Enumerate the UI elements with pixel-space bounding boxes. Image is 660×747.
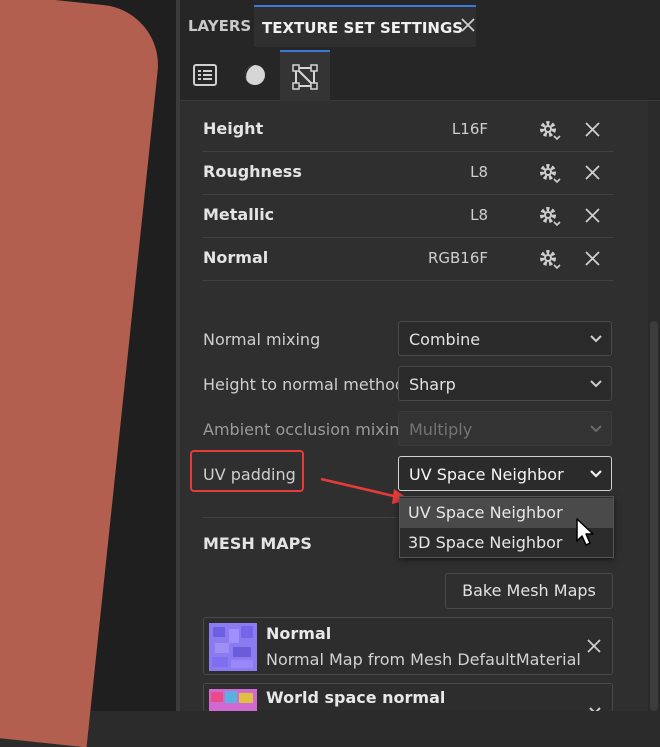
mesh-map-title: Normal bbox=[266, 624, 332, 643]
dropdown-value: Multiply bbox=[409, 420, 473, 439]
close-icon[interactable] bbox=[459, 16, 477, 34]
remove-channel-icon[interactable] bbox=[584, 207, 601, 224]
mesh-map-description: Normal Map from Mesh DefaultMaterial bbox=[266, 650, 581, 669]
chevron-down-icon bbox=[589, 377, 603, 391]
height-to-normal-dropdown[interactable]: Sharp bbox=[398, 366, 612, 401]
channel-format: L16F bbox=[451, 120, 488, 138]
channel-name: Height bbox=[203, 119, 264, 138]
dropdown-value: Sharp bbox=[409, 375, 456, 394]
channel-name: Normal bbox=[203, 248, 269, 267]
channel-format: L8 bbox=[470, 206, 488, 224]
tab-layers[interactable]: LAYERS bbox=[180, 5, 259, 47]
subtab-bar bbox=[180, 50, 660, 101]
gear-icon[interactable] bbox=[537, 161, 561, 185]
tab-label: TEXTURE SET SETTINGS bbox=[262, 19, 464, 37]
dropdown-value: UV Space Neighbor bbox=[409, 465, 564, 484]
channel-row-metallic: Metallic L8 bbox=[203, 195, 613, 238]
gear-icon[interactable] bbox=[537, 118, 561, 142]
normal-map-thumbnail-icon bbox=[209, 623, 257, 671]
mesh-map-world-space-normal[interactable]: World space normal bbox=[203, 683, 613, 711]
dropdown-value: Combine bbox=[409, 330, 481, 349]
mesh-maps-title: MESH MAPS bbox=[203, 534, 312, 553]
remove-channel-icon[interactable] bbox=[584, 164, 601, 181]
normal-mixing-dropdown[interactable]: Combine bbox=[398, 321, 612, 356]
subtab-texture-list[interactable] bbox=[180, 50, 230, 100]
bake-mesh-maps-button[interactable]: Bake Mesh Maps bbox=[445, 573, 613, 609]
chevron-down-icon bbox=[589, 467, 603, 481]
subtab-material[interactable] bbox=[230, 50, 280, 100]
gear-icon[interactable] bbox=[537, 204, 561, 228]
channel-format: L8 bbox=[470, 163, 488, 181]
scrollbar[interactable] bbox=[648, 101, 660, 711]
remove-channel-icon[interactable] bbox=[584, 250, 601, 267]
uv-padding-label: UV padding bbox=[203, 465, 296, 484]
height-to-normal-label: Height to normal method bbox=[203, 375, 406, 394]
ao-mixing-dropdown: Multiply bbox=[398, 411, 612, 446]
mouse-cursor-icon bbox=[576, 518, 594, 546]
subtab-uv[interactable] bbox=[280, 50, 330, 101]
close-icon[interactable] bbox=[586, 638, 602, 654]
chevron-down-icon[interactable] bbox=[588, 704, 602, 711]
texture-set-settings-panel: LAYERS TEXTURE SET SETTINGS Height L16F … bbox=[180, 0, 660, 711]
channel-row-roughness: Roughness L8 bbox=[203, 152, 613, 195]
gear-icon[interactable] bbox=[537, 247, 561, 271]
tab-texture-set-settings[interactable]: TEXTURE SET SETTINGS bbox=[254, 5, 476, 47]
channel-row-normal: Normal RGB16F bbox=[203, 238, 613, 281]
chevron-down-icon bbox=[589, 422, 603, 436]
texture-list-icon bbox=[192, 63, 218, 87]
material-sphere-icon bbox=[243, 63, 267, 87]
channel-row-height: Height L16F bbox=[203, 109, 613, 152]
mesh-surface bbox=[0, 0, 164, 747]
mesh-map-title: World space normal bbox=[266, 688, 446, 707]
uv-square-icon bbox=[292, 63, 318, 90]
mesh-map-normal[interactable]: Normal Normal Map from Mesh DefaultMater… bbox=[203, 617, 613, 675]
settings-content: Height L16F Roughness L8 Metallic L8 Nor… bbox=[180, 101, 640, 711]
normal-mixing-label: Normal mixing bbox=[203, 330, 321, 349]
channel-name: Roughness bbox=[203, 162, 302, 181]
channel-name: Metallic bbox=[203, 205, 275, 224]
uv-padding-dropdown[interactable]: UV Space Neighbor bbox=[398, 456, 612, 491]
scrollbar-thumb[interactable] bbox=[650, 321, 658, 711]
world-normal-thumbnail-icon bbox=[209, 689, 257, 711]
viewport[interactable] bbox=[0, 0, 178, 747]
ao-mixing-label: Ambient occlusion mixing bbox=[203, 420, 410, 439]
chevron-down-icon bbox=[589, 332, 603, 346]
channel-format: RGB16F bbox=[427, 249, 488, 267]
remove-channel-icon[interactable] bbox=[584, 121, 601, 138]
panel-tabbar: LAYERS TEXTURE SET SETTINGS bbox=[180, 0, 660, 50]
